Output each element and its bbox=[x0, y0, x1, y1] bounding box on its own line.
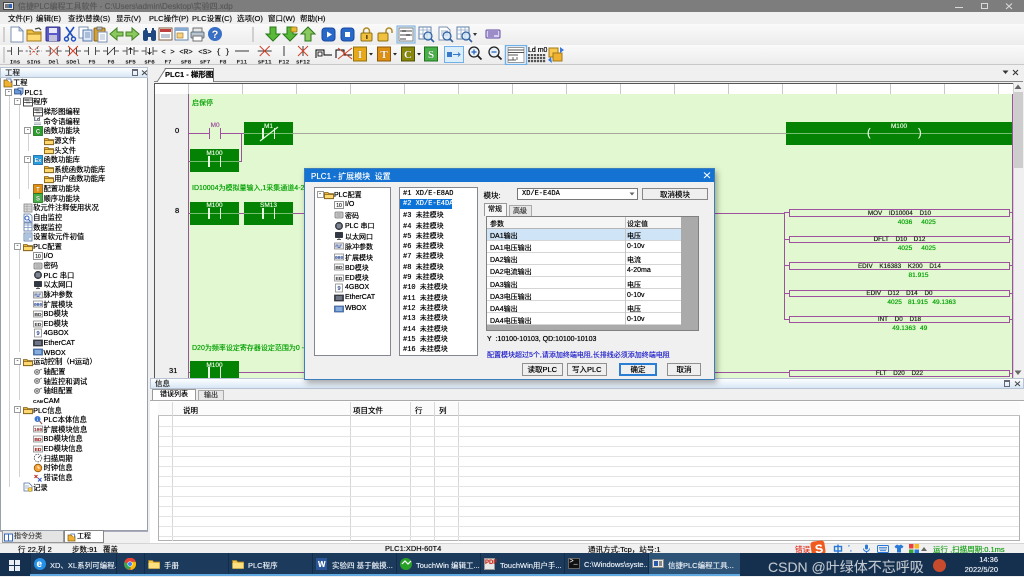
svg-text:100: 100 bbox=[34, 427, 42, 433]
svg-text:C: C bbox=[36, 130, 41, 136]
svg-text:9: 9 bbox=[337, 286, 340, 292]
svg-text:?: ? bbox=[212, 29, 219, 41]
svg-text:BD: BD bbox=[336, 265, 343, 271]
svg-text:ED: ED bbox=[35, 447, 42, 453]
svg-text:F5: F5 bbox=[89, 59, 96, 66]
svg-text:F6: F6 bbox=[108, 59, 115, 66]
svg-text:Ld m0: Ld m0 bbox=[528, 47, 548, 54]
svg-text:<S>: <S> bbox=[198, 49, 212, 57]
svg-text:<R>: <R> bbox=[179, 49, 193, 57]
svg-text:ED: ED bbox=[336, 275, 343, 281]
svg-text:Del: Del bbox=[48, 59, 59, 66]
svg-text:< >: < > bbox=[161, 49, 175, 57]
svg-text:{ }: { } bbox=[216, 49, 230, 57]
svg-text:CAM: CAM bbox=[33, 399, 43, 405]
svg-text:000: 000 bbox=[335, 255, 343, 261]
svg-text:9: 9 bbox=[36, 331, 39, 337]
svg-text:ED: ED bbox=[35, 321, 42, 327]
svg-text:Ld: Ld bbox=[34, 117, 40, 123]
svg-text:Ex: Ex bbox=[35, 158, 43, 164]
svg-text:I: I bbox=[358, 49, 362, 61]
svg-text:10: 10 bbox=[336, 203, 342, 209]
svg-text:sF5: sF5 bbox=[125, 59, 136, 66]
svg-text:Ins: Ins bbox=[10, 59, 20, 66]
svg-text:i: i bbox=[37, 417, 38, 422]
svg-text:10: 10 bbox=[35, 254, 41, 260]
svg-text:C: C bbox=[404, 49, 412, 61]
svg-text:BD: BD bbox=[35, 312, 42, 318]
svg-text:S: S bbox=[428, 49, 434, 61]
svg-text:sDel: sDel bbox=[66, 59, 80, 66]
svg-text:sIns: sIns bbox=[27, 59, 41, 66]
svg-text:T: T bbox=[380, 49, 388, 61]
svg-text:BD: BD bbox=[35, 437, 42, 443]
svg-text:000: 000 bbox=[34, 302, 42, 308]
